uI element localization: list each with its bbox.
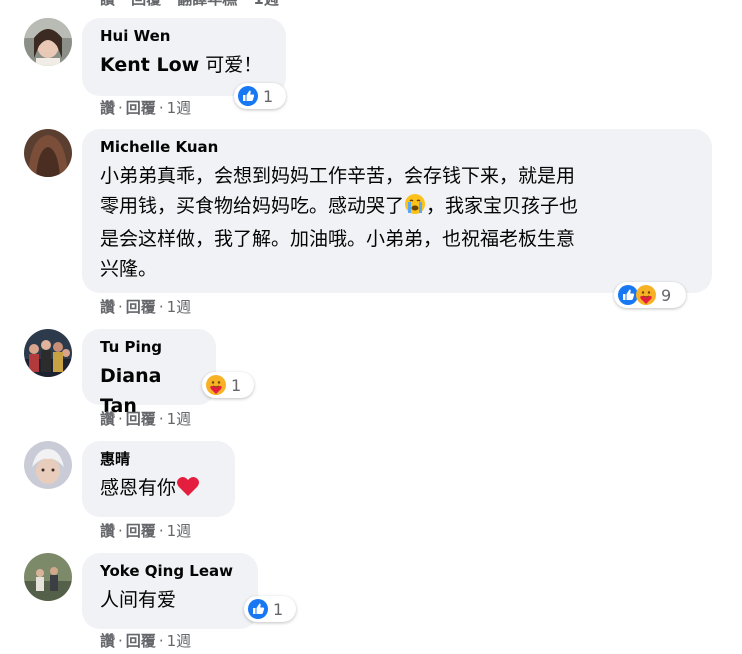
like-button[interactable]: 讚	[100, 99, 115, 117]
comment-text-line: 兴隆。	[100, 258, 158, 280]
care-reaction-icon	[635, 284, 657, 306]
comment-text-line: 小弟弟真乖，会想到妈妈工作辛苦，会存钱下来，就是用	[100, 165, 576, 187]
reaction-count: 1	[273, 599, 284, 619]
reply-button[interactable]: 回覆	[126, 99, 156, 117]
reaction-count: 9	[661, 285, 672, 305]
reply-button[interactable]: 回覆	[126, 298, 156, 316]
like-button[interactable]: 讚	[100, 298, 115, 316]
reply-button[interactable]: 回覆	[126, 632, 156, 650]
separator: ·	[158, 410, 164, 428]
comment-text-body: 人间有爱	[100, 589, 177, 611]
like-reaction-icon	[247, 598, 269, 620]
comment-bubble: 惠晴 感恩有你	[82, 441, 235, 517]
like-reaction-icon	[237, 85, 259, 107]
comment-text-line: 是会这样做，我了解。加油哦。小弟弟，也祝福老板生意	[100, 228, 576, 250]
comment-text-body: 可爱！	[199, 54, 263, 76]
comment-text-body: 感恩有你	[100, 477, 177, 499]
like-button[interactable]: 讚	[100, 410, 115, 428]
reaction-summary[interactable]: 1	[234, 83, 286, 109]
comment-text: 人间有爱	[100, 585, 240, 615]
reaction-summary[interactable]: 1	[244, 596, 296, 622]
mention-link[interactable]: Kent Low	[100, 54, 199, 76]
comment-text-line: 零用钱，买食物给妈妈吃。感动哭了 ，我家宝贝孩子也	[100, 191, 694, 224]
separator: ·	[158, 298, 164, 316]
separator: ·	[158, 522, 164, 540]
separator: ·	[158, 99, 164, 117]
crying-emoji-icon	[404, 193, 426, 224]
timestamp[interactable]: 1週	[167, 410, 192, 428]
comment-bubble: Tu Ping Diana Tan	[82, 329, 216, 417]
separator: ·	[118, 99, 123, 117]
care-reaction-icon	[205, 374, 227, 396]
timestamp[interactable]: 1週	[167, 99, 192, 117]
timestamp[interactable]: 1週	[167, 298, 192, 316]
comment-text-segment: 零用钱，买食物给妈妈吃。感动哭了	[100, 195, 405, 217]
comment-text: 小弟弟真乖，会想到妈妈工作辛苦，会存钱下来，就是用 零用钱，买食物给妈妈吃。感动…	[100, 161, 694, 284]
comment-author[interactable]: Hui Wen	[100, 26, 268, 46]
timestamp[interactable]: 1週	[167, 632, 192, 650]
comment-actions: 讚 · 回覆 · 1週	[100, 521, 191, 541]
comment-actions: 讚 · 回覆 · 1週	[100, 98, 191, 118]
separator: ·	[118, 522, 123, 540]
comment-text: 感恩有你	[100, 473, 217, 506]
reaction-count: 1	[231, 375, 242, 395]
avatar[interactable]	[24, 18, 72, 66]
like-button[interactable]: 讚	[100, 632, 115, 650]
avatar[interactable]	[24, 441, 72, 489]
comment-author[interactable]: Tu Ping	[100, 337, 198, 357]
separator: ·	[118, 298, 123, 316]
reaction-count: 1	[263, 86, 274, 106]
timestamp[interactable]: 1週	[167, 522, 192, 540]
separator: ·	[118, 632, 123, 650]
comment-actions: 讚 · 回覆 · 1週	[100, 631, 191, 651]
separator: ·	[158, 632, 164, 650]
comment-actions: 讚 · 回覆 · 1週	[100, 297, 191, 317]
comment-bubble: Michelle Kuan 小弟弟真乖，会想到妈妈工作辛苦，会存钱下来，就是用 …	[82, 129, 712, 293]
reply-button[interactable]: 回覆	[126, 410, 156, 428]
reply-button[interactable]: 回覆	[126, 522, 156, 540]
comment-author[interactable]: Yoke Qing Leaw	[100, 561, 240, 581]
comment-text: Kent Low 可爱！	[100, 50, 268, 80]
avatar[interactable]	[24, 329, 72, 377]
comment-author[interactable]: Michelle Kuan	[100, 137, 694, 157]
comment-bubble: Yoke Qing Leaw 人间有爱	[82, 553, 258, 629]
avatar[interactable]	[24, 129, 72, 177]
previous-comment-actions: 讚 · 回覆 · 翻譯年糕 · 1週	[100, 0, 279, 9]
comment-author[interactable]: 惠晴	[100, 449, 217, 469]
comment-text-segment: ，我家宝贝孩子也	[426, 195, 579, 217]
comment-actions: 讚 · 回覆 · 1週	[100, 409, 191, 429]
separator: ·	[118, 410, 123, 428]
avatar[interactable]	[24, 553, 72, 601]
like-button[interactable]: 讚	[100, 522, 115, 540]
reaction-summary[interactable]: 1	[202, 372, 254, 398]
heart-emoji-icon	[176, 475, 200, 506]
reaction-summary[interactable]: 9	[614, 282, 686, 308]
